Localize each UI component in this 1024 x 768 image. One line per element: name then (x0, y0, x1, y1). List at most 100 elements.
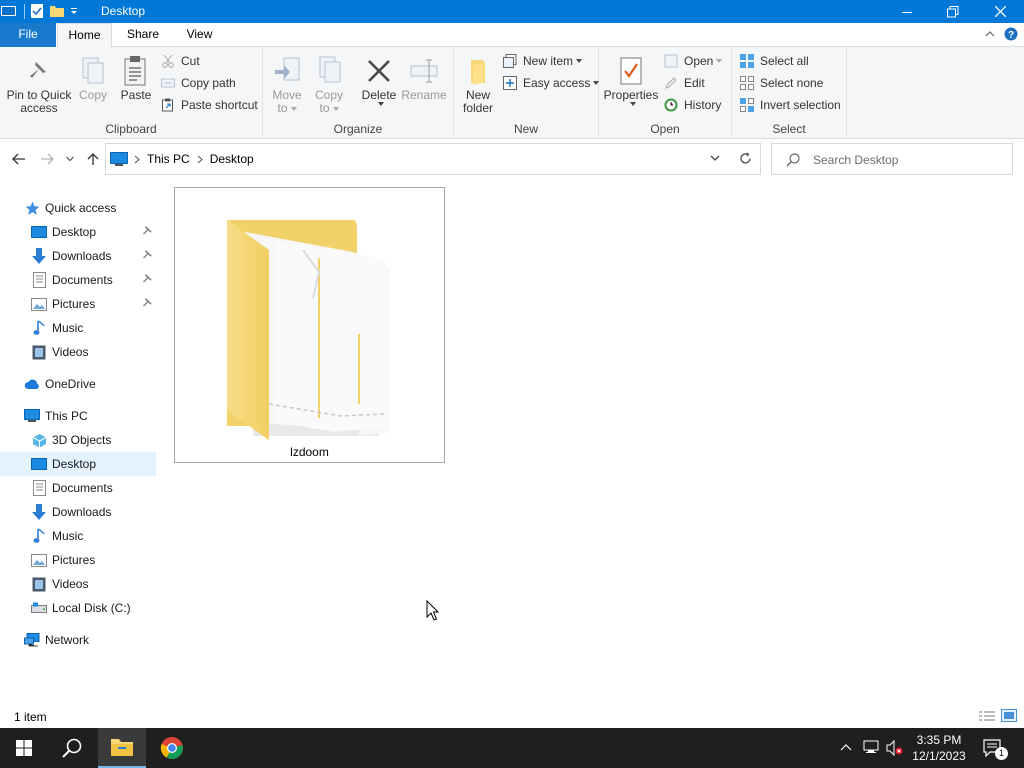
nav-label: Music (52, 321, 84, 335)
paste-shortcut-icon (160, 97, 176, 113)
cut-button[interactable]: Cut (160, 50, 200, 72)
paste-shortcut-button[interactable]: Paste shortcut (160, 94, 258, 116)
breadcrumb-desktop[interactable]: Desktop (210, 152, 254, 166)
network-icon[interactable] (863, 740, 881, 756)
nav-this-pc[interactable]: This PC (0, 404, 156, 428)
pin-icon[interactable] (142, 250, 152, 260)
nav-label: Pictures (52, 553, 96, 567)
pin-icon[interactable] (142, 226, 152, 236)
new-folder-icon[interactable] (49, 3, 65, 19)
copy-icon (80, 53, 106, 89)
maximize-button[interactable] (930, 0, 976, 23)
copy-button[interactable]: Copy (75, 53, 111, 102)
start-icon (16, 740, 32, 756)
volume-muted-icon[interactable] (886, 740, 904, 756)
clock[interactable]: 3:35 PM 12/1/2023 (912, 732, 966, 764)
start-button[interactable] (0, 728, 48, 768)
nav-pc-local-disk[interactable]: Local Disk (C:) (0, 596, 156, 620)
pin-icon[interactable] (142, 298, 152, 308)
search-icon (786, 153, 800, 167)
scissors-icon (160, 53, 176, 69)
show-hidden-icons-chevron[interactable] (840, 743, 852, 751)
paste-label: Paste (120, 88, 152, 102)
copy-to-button[interactable]: Copy to (311, 53, 347, 115)
nav-qa-desktop[interactable]: Desktop (0, 220, 156, 244)
nav-network[interactable]: Network (0, 628, 156, 652)
invert-selection-button[interactable]: Invert selection (739, 94, 841, 116)
taskbar-file-explorer[interactable] (98, 728, 146, 768)
minimize-button[interactable] (884, 0, 930, 23)
up-button[interactable] (84, 151, 102, 167)
new-folder-button[interactable]: New folder (460, 53, 496, 115)
nav-pc-music[interactable]: Music (0, 524, 156, 548)
properties-check-icon[interactable] (29, 3, 45, 19)
folder-name: lzdoom (290, 445, 329, 459)
this-pc-icon (24, 408, 40, 424)
nav-pc-desktop[interactable]: Desktop (0, 452, 156, 476)
move-to-button[interactable]: Move to (269, 53, 305, 115)
nav-onedrive[interactable]: OneDrive (0, 372, 156, 396)
folder-item[interactable]: lzdoom (174, 187, 445, 463)
delete-button[interactable]: Delete (359, 53, 399, 106)
properties-button[interactable]: Properties (604, 53, 658, 106)
breadcrumb-separator-icon[interactable] (197, 155, 203, 164)
title-separator (24, 3, 25, 19)
properties-label: Properties (603, 88, 659, 102)
collapse-ribbon-icon[interactable] (985, 29, 995, 39)
details-view-icon[interactable] (978, 710, 996, 722)
chrome-icon (160, 736, 184, 760)
close-button[interactable] (976, 0, 1024, 23)
edit-button[interactable]: Edit (663, 72, 705, 94)
close-icon (994, 6, 1006, 17)
copy-path-button[interactable]: Copy path (160, 72, 236, 94)
nav-qa-music[interactable]: Music (0, 316, 156, 340)
taskbar-chrome[interactable] (148, 728, 196, 768)
search-box[interactable]: Search Desktop (771, 143, 1013, 175)
pin-to-quick-access-button[interactable]: Pin to Quick access (5, 53, 73, 115)
nav-pc-3d-objects[interactable]: 3D Objects (0, 428, 156, 452)
paste-button[interactable]: Paste (117, 53, 155, 102)
back-button[interactable] (10, 151, 28, 167)
history-button[interactable]: History (663, 94, 721, 116)
nav-qa-videos[interactable]: Videos (0, 340, 156, 364)
open-button[interactable]: Open (663, 50, 723, 72)
tab-file[interactable]: File (0, 23, 56, 47)
new-item-button[interactable]: New item (502, 50, 583, 72)
taskbar-search-button[interactable] (48, 728, 96, 768)
navigation-pane: Quick access Desktop Downloads Documents… (0, 195, 157, 700)
new-item-dropdown-caret (576, 59, 583, 63)
nav-pc-documents[interactable]: Documents (0, 476, 156, 500)
nav-qa-documents[interactable]: Documents (0, 268, 156, 292)
customize-dropdown-icon[interactable] (69, 3, 79, 19)
nav-qa-downloads[interactable]: Downloads (0, 244, 156, 268)
tab-view[interactable]: View (174, 23, 225, 47)
forward-button[interactable] (38, 151, 56, 167)
history-label: History (684, 98, 722, 112)
rename-button[interactable]: Rename (401, 53, 447, 102)
recent-locations-button[interactable] (63, 151, 77, 167)
nav-pc-downloads[interactable]: Downloads (0, 500, 156, 524)
tab-home[interactable]: Home (57, 23, 112, 48)
breadcrumb-separator-icon[interactable] (134, 155, 140, 164)
select-none-button[interactable]: Select none (739, 72, 823, 94)
properties-dropdown-caret (629, 102, 636, 106)
large-icons-view-icon[interactable] (1001, 709, 1017, 722)
tab-share[interactable]: Share (113, 23, 173, 47)
nav-quick-access[interactable]: Quick access (0, 196, 156, 220)
refresh-icon[interactable] (739, 152, 752, 165)
address-history-chevron-icon[interactable] (710, 155, 720, 162)
nav-pc-videos[interactable]: Videos (0, 572, 156, 596)
copy-to-icon (315, 53, 343, 89)
nav-qa-pictures[interactable]: Pictures (0, 292, 156, 316)
explorer-app-icon[interactable] (0, 3, 18, 19)
nav-pc-pictures[interactable]: Pictures (0, 548, 156, 572)
breadcrumb-this-pc[interactable]: This PC (147, 152, 190, 166)
help-icon[interactable]: ? (1004, 27, 1018, 41)
nav-label: Music (52, 529, 84, 543)
organize-group: Move to Copy to Delete Rename Organize (263, 47, 454, 139)
pin-icon[interactable] (142, 274, 152, 284)
address-bar[interactable]: This PC Desktop (105, 143, 761, 175)
select-all-button[interactable]: Select all (739, 50, 809, 72)
easy-access-button[interactable]: Easy access (502, 72, 600, 94)
edit-label: Edit (684, 76, 705, 90)
